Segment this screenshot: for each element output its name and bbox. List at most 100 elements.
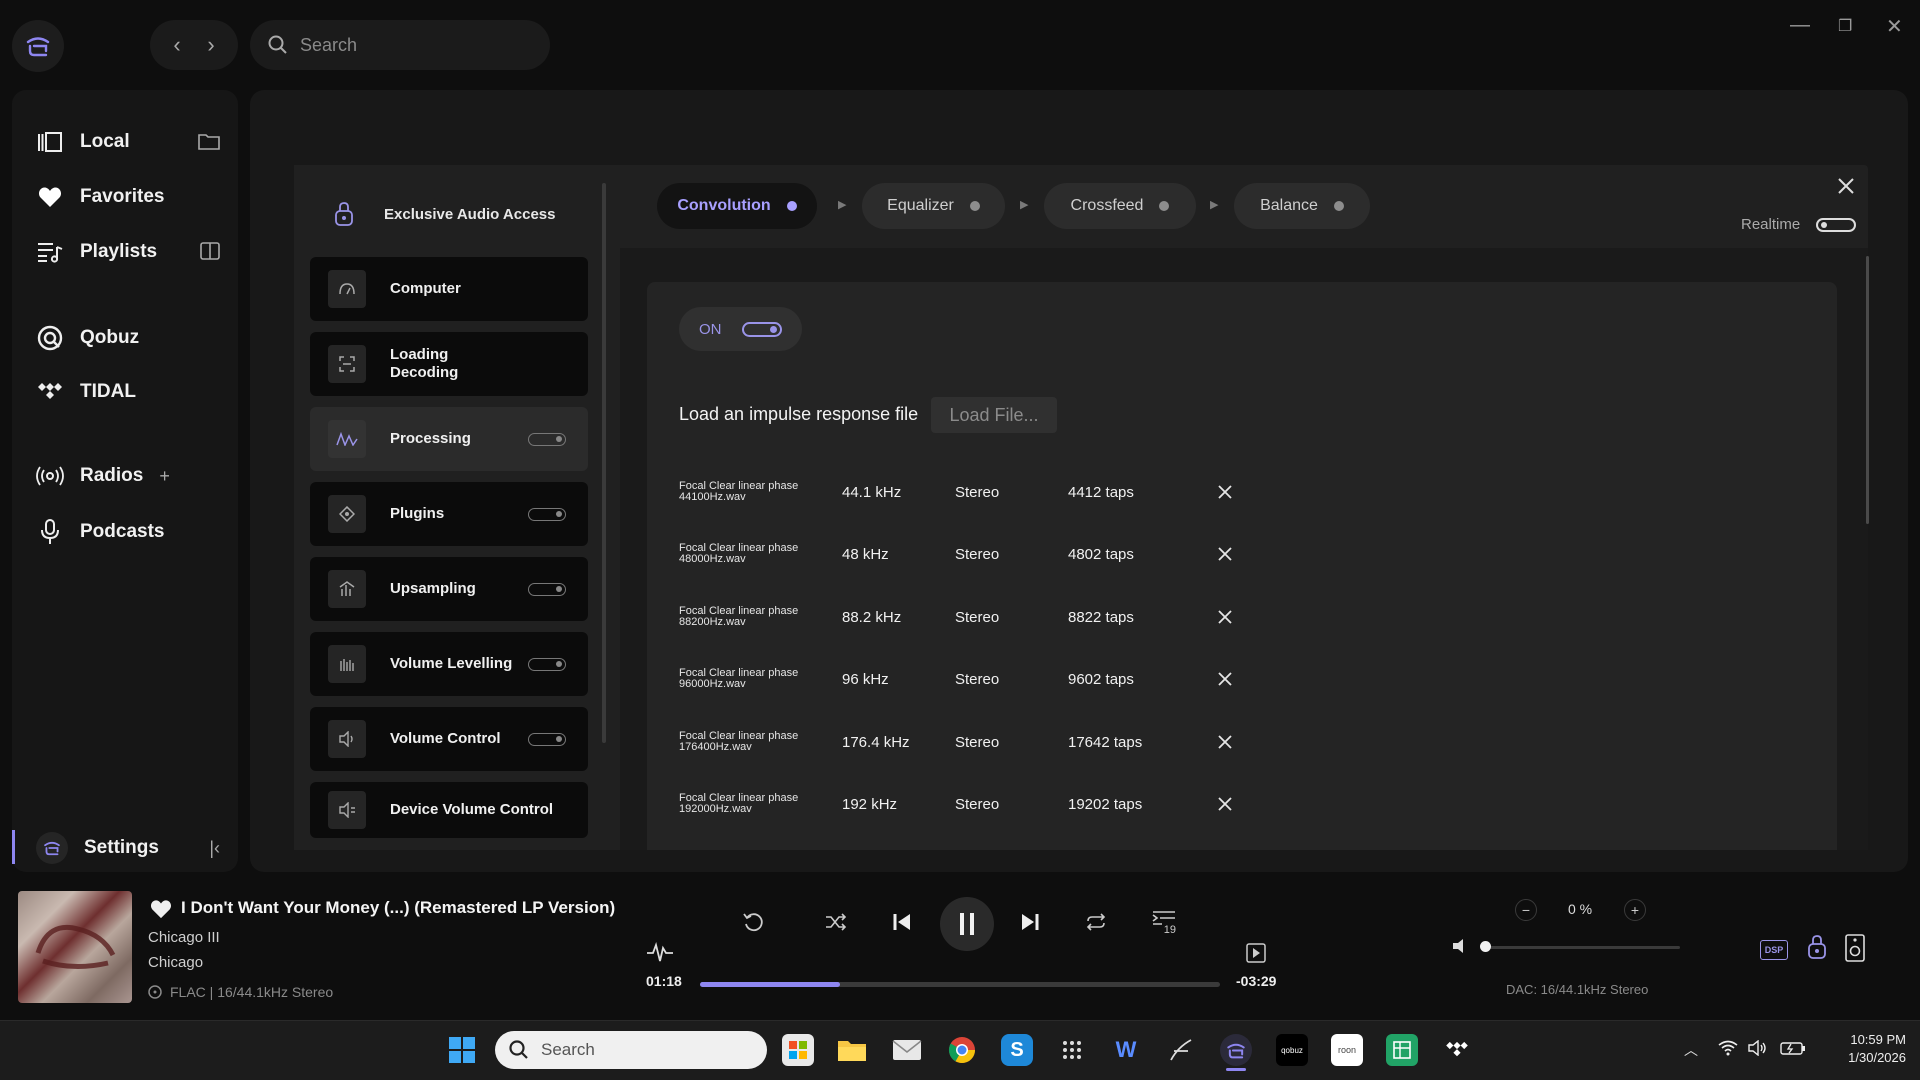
audirvana-taskbar-icon[interactable] — [1220, 1034, 1252, 1066]
repeat-icon[interactable] — [1085, 913, 1107, 931]
pen-app-icon[interactable] — [1165, 1034, 1197, 1066]
mail-icon[interactable] — [891, 1034, 923, 1066]
sync-app-icon[interactable]: S — [1001, 1034, 1033, 1066]
remove-file-icon[interactable] — [1213, 480, 1237, 504]
battery-icon[interactable] — [1780, 1040, 1806, 1056]
waves-app-icon[interactable]: W — [1110, 1034, 1142, 1066]
spreadsheet-app-icon[interactable] — [1386, 1034, 1418, 1066]
volume-control-toggle[interactable] — [528, 733, 566, 746]
search-placeholder: Search — [300, 34, 358, 55]
wifi-icon[interactable] — [1718, 1040, 1738, 1056]
tab-equalizer[interactable]: Equalizer — [862, 183, 1005, 229]
chevron-left-icon[interactable]: ‹ — [173, 34, 180, 56]
folder-icon[interactable] — [198, 132, 220, 150]
upsampling-toggle[interactable] — [528, 583, 566, 596]
previous-track-icon[interactable] — [892, 912, 912, 932]
sidebar-item-playlists[interactable]: Playlists — [36, 238, 157, 266]
tab-balance[interactable]: Balance — [1234, 183, 1370, 229]
impulse-file-row: Focal Clear linear phase 176400Hz.wav 176.… — [679, 722, 1237, 762]
nav-volume-control[interactable]: Volume Control — [310, 707, 588, 771]
remove-file-icon[interactable] — [1213, 667, 1237, 691]
replay-icon[interactable] — [742, 910, 766, 934]
close-window-icon[interactable]: ✕ — [1886, 14, 1903, 39]
mini-player-icon[interactable] — [1246, 943, 1266, 963]
collapse-sidebar-icon[interactable]: |‹ — [209, 838, 220, 859]
sidebar-item-settings[interactable]: Settings — [36, 832, 159, 864]
restore-icon[interactable]: ❐ — [1838, 16, 1852, 36]
sidebar-item-label: Playlists — [80, 241, 158, 262]
windows-start-icon[interactable] — [446, 1034, 478, 1066]
nav-computer[interactable]: Computer — [310, 257, 588, 321]
impulse-file-row: Focal Clear linear phase 192000Hz.wav 192 … — [679, 784, 1237, 824]
chrome-icon[interactable] — [946, 1034, 978, 1066]
remove-file-icon[interactable] — [1213, 792, 1237, 816]
history-navigation: ‹ › — [150, 20, 238, 70]
mute-speaker-icon[interactable] — [1452, 938, 1470, 954]
panel-toggle-icon[interactable] — [200, 242, 220, 260]
volume-tray-icon[interactable] — [1748, 1040, 1768, 1056]
album-art[interactable] — [18, 891, 132, 1003]
nav-upsampling[interactable]: Upsampling — [310, 557, 588, 621]
add-radio-icon[interactable]: + — [159, 466, 170, 487]
remove-file-icon[interactable] — [1213, 605, 1237, 629]
realtime-toggle[interactable]: Realtime — [1741, 216, 1857, 233]
roon-taskbar-icon[interactable]: roon — [1331, 1034, 1363, 1066]
plugins-toggle[interactable] — [528, 508, 566, 521]
status-dot — [969, 201, 980, 211]
nav-plugins[interactable]: Plugins — [310, 482, 588, 546]
shuffle-icon[interactable] — [824, 912, 848, 932]
launcher-grid-icon[interactable] — [1056, 1034, 1088, 1066]
processing-toggle[interactable] — [528, 433, 566, 446]
convolution-on-toggle[interactable]: ON — [679, 307, 802, 351]
load-file-button[interactable]: Load File... — [931, 397, 1057, 433]
pause-button[interactable] — [940, 897, 994, 951]
nav-device-volume-control[interactable]: Device Volume Control — [310, 782, 588, 838]
store-icon[interactable] — [782, 1034, 814, 1066]
waveform-visualizer-icon[interactable] — [646, 942, 674, 964]
volume-knob[interactable] — [1480, 941, 1491, 952]
sidebar-item-label: Podcasts — [80, 521, 165, 542]
nav-label: Loading Decoding — [390, 346, 459, 381]
close-panel-icon[interactable] — [1836, 176, 1856, 196]
tray-expand-icon[interactable]: ︿ — [1684, 1040, 1698, 1060]
search-input[interactable]: Search — [250, 20, 550, 70]
track-title[interactable]: I Don't Want Your Money (...) (Remastere… — [181, 898, 615, 918]
volume-down-button[interactable]: − — [1515, 899, 1537, 921]
tidal-taskbar-icon[interactable] — [1441, 1034, 1473, 1066]
tab-crossfeed[interactable]: Crossfeed — [1044, 183, 1196, 229]
nav-volume-levelling[interactable]: Volume Levelling — [310, 632, 588, 696]
chevron-right-icon[interactable]: › — [207, 34, 214, 56]
remove-file-icon[interactable] — [1213, 730, 1237, 754]
artist-name[interactable]: Chicago — [148, 954, 203, 971]
queue-button[interactable]: 19 — [1152, 910, 1176, 936]
dsp-button[interactable]: DSP — [1760, 940, 1788, 960]
volume-slider[interactable] — [1484, 946, 1680, 949]
sidebar-item-tidal[interactable]: TIDAL — [36, 378, 136, 406]
nav-loading-decoding[interactable]: Loading Decoding — [310, 332, 588, 396]
content-scrollbar[interactable] — [1866, 256, 1869, 524]
tab-convolution[interactable]: Convolution — [657, 183, 817, 229]
nav-scrollbar[interactable] — [602, 183, 606, 743]
favorite-heart-icon[interactable] — [150, 899, 172, 919]
app-logo-icon[interactable] — [12, 20, 64, 72]
volume-up-button[interactable]: + — [1624, 899, 1646, 921]
taskbar-search-input[interactable]: Search — [495, 1031, 767, 1069]
clock[interactable]: 10:59 PM 1/30/2026 — [1822, 1031, 1906, 1067]
qobuz-taskbar-icon[interactable]: qobuz — [1276, 1034, 1308, 1066]
sidebar-item-podcasts[interactable]: Podcasts — [36, 518, 164, 546]
output-device-icon[interactable] — [1845, 934, 1865, 962]
album-name[interactable]: Chicago III — [148, 929, 220, 946]
realtime-switch[interactable] — [1816, 217, 1857, 232]
nav-processing[interactable]: Processing — [310, 407, 588, 471]
volume-levelling-toggle[interactable] — [528, 658, 566, 671]
sidebar-item-favorites[interactable]: Favorites — [36, 183, 164, 211]
sidebar-item-qobuz[interactable]: Qobuz — [36, 324, 139, 352]
sidebar-item-radios[interactable]: Radios + — [36, 462, 170, 490]
exclusive-audio-access[interactable]: Exclusive Audio Access — [334, 201, 555, 227]
file-explorer-icon[interactable] — [836, 1034, 868, 1066]
exclusive-lock-icon[interactable] — [1807, 934, 1827, 960]
minimize-icon[interactable]: — — [1790, 14, 1810, 37]
sidebar-item-local[interactable]: Local — [36, 128, 130, 156]
remove-file-icon[interactable] — [1213, 542, 1237, 566]
next-track-icon[interactable] — [1020, 912, 1040, 932]
